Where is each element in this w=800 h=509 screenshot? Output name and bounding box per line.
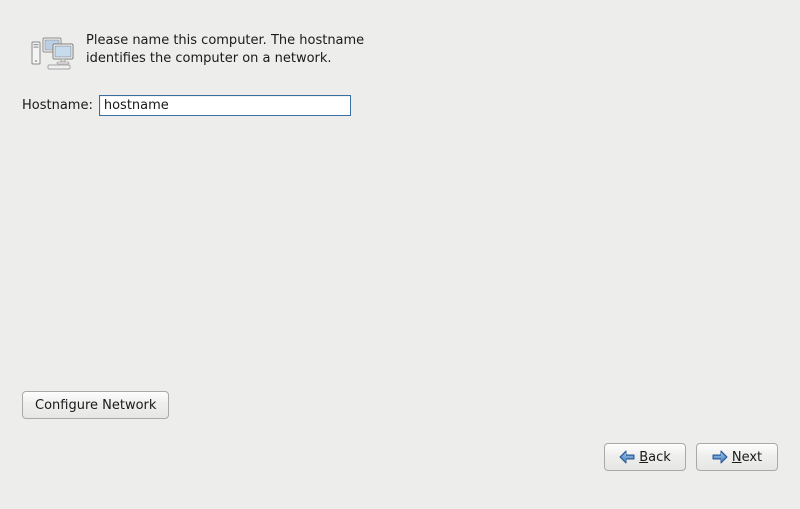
intro-text: Please name this computer. The hostname … — [86, 32, 386, 67]
next-button[interactable]: Next — [696, 443, 778, 471]
next-button-label: Next — [732, 450, 762, 465]
arrow-left-icon — [619, 450, 635, 464]
arrow-right-icon — [712, 450, 728, 464]
hostname-input[interactable] — [99, 95, 351, 116]
footer-nav: Back Next — [0, 443, 800, 471]
configure-network-button[interactable]: Configure Network — [22, 391, 169, 419]
back-button-label: Back — [639, 450, 671, 465]
hostname-label: Hostname: — [22, 98, 93, 113]
network-computers-icon — [30, 32, 76, 72]
back-button[interactable]: Back — [604, 443, 686, 471]
